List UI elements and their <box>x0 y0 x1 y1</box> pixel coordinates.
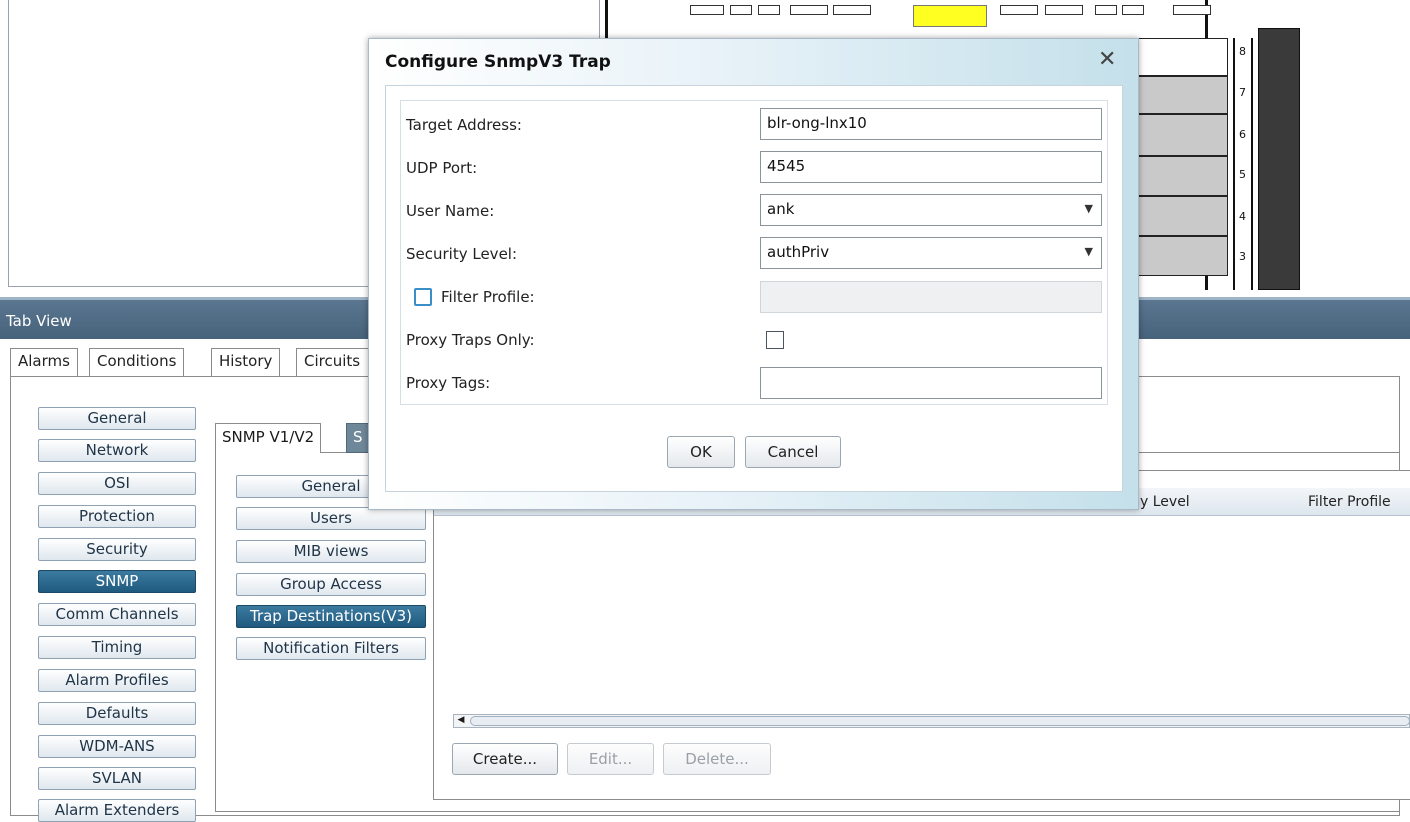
tab-snmp-v1-v2[interactable]: SNMP V1/V2 <box>215 423 322 453</box>
security-level-value: authPriv <box>767 243 830 261</box>
user-name-value: ank <box>767 200 795 218</box>
card-port-block <box>1045 5 1083 15</box>
ok-button[interactable]: OK <box>667 436 735 468</box>
category-protection[interactable]: Protection <box>38 505 196 528</box>
slot-number-6: 6 <box>1239 128 1246 141</box>
tab-alarms[interactable]: Alarms <box>10 348 78 376</box>
proxy-tags-label: Proxy Tags: <box>406 374 491 392</box>
filter-profile-input <box>760 281 1102 313</box>
snmp-notification-filters-button[interactable]: Notification Filters <box>236 637 426 660</box>
snmp-mib-views-button[interactable]: MIB views <box>236 540 426 563</box>
category-security[interactable]: Security <box>38 538 196 561</box>
filter-profile-label: Filter Profile: <box>441 288 535 306</box>
cancel-button[interactable]: Cancel <box>745 436 841 468</box>
slot-4-card[interactable] <box>1138 196 1228 236</box>
card-port-block <box>690 5 724 15</box>
slot-8-card[interactable] <box>1138 38 1228 76</box>
tab-circuits[interactable]: Circuits <box>296 348 376 376</box>
proxy-traps-only-label: Proxy Traps Only: <box>406 331 535 349</box>
snmp-group-access-button[interactable]: Group Access <box>236 573 426 596</box>
snmp-trap-destinations-v3-button[interactable]: Trap Destinations(V3) <box>236 605 426 628</box>
scrollbar-thumb[interactable] <box>470 716 1410 726</box>
slot-number-7: 7 <box>1239 86 1246 99</box>
delete-button[interactable]: Delete... <box>663 743 771 775</box>
edit-button[interactable]: Edit... <box>567 743 654 775</box>
user-name-label: User Name: <box>406 202 495 220</box>
slot-number-3: 3 <box>1239 250 1246 263</box>
udp-port-label: UDP Port: <box>406 159 478 177</box>
category-defaults[interactable]: Defaults <box>38 702 196 725</box>
category-comm-channels[interactable]: Comm Channels <box>38 603 196 626</box>
category-osi[interactable]: OSI <box>38 472 196 495</box>
scroll-left-icon[interactable]: ◀ <box>453 714 469 728</box>
column-filter-profile[interactable]: Filter Profile <box>1308 494 1391 510</box>
category-wdm-ans[interactable]: WDM-ANS <box>38 735 196 758</box>
dropdown-arrow-icon: ▼ <box>1084 202 1093 215</box>
tab-view-title: Tab View <box>6 312 72 330</box>
card-port-block <box>833 5 871 15</box>
category-timing[interactable]: Timing <box>38 636 196 659</box>
card-port-block <box>790 5 828 15</box>
column-security-level[interactable]: y Level <box>1140 494 1190 510</box>
slot-number-8: 8 <box>1239 45 1246 58</box>
category-alarm-extenders[interactable]: Alarm Extenders <box>38 799 196 822</box>
category-general[interactable]: General <box>38 407 196 430</box>
close-icon[interactable]: ✕ <box>1098 47 1116 72</box>
udp-port-input[interactable]: 4545 <box>760 151 1102 183</box>
shelf-side-panel <box>1258 28 1300 290</box>
card-port-block <box>1095 5 1117 15</box>
snmp-users-button[interactable]: Users <box>236 507 426 530</box>
tab-snmp-v3[interactable]: S <box>346 423 370 453</box>
slot-6-card[interactable] <box>1138 114 1228 156</box>
proxy-tags-input[interactable] <box>760 367 1102 399</box>
card-port-block <box>1122 5 1144 15</box>
category-network[interactable]: Network <box>38 439 196 462</box>
slot-3-card[interactable] <box>1138 236 1228 276</box>
dropdown-arrow-icon: ▼ <box>1084 245 1093 258</box>
tab-history[interactable]: History <box>211 348 281 376</box>
create-button[interactable]: Create... <box>452 743 558 775</box>
tab-conditions[interactable]: Conditions <box>89 348 185 376</box>
slot-7-card[interactable] <box>1138 76 1228 114</box>
target-address-input[interactable]: blr-ong-lnx10 <box>760 108 1102 140</box>
security-level-select[interactable]: authPriv ▼ <box>760 237 1102 269</box>
category-snmp[interactable]: SNMP <box>38 570 196 593</box>
target-address-label: Target Address: <box>406 116 522 134</box>
dialog-title: Configure SnmpV3 Trap <box>385 52 611 72</box>
card-port-block <box>758 5 780 15</box>
user-name-select[interactable]: ank ▼ <box>760 194 1102 226</box>
filter-profile-checkbox[interactable] <box>414 288 432 306</box>
card-port-block <box>1000 5 1038 15</box>
category-svlan[interactable]: SVLAN <box>38 767 196 790</box>
proxy-traps-only-checkbox[interactable] <box>766 331 784 349</box>
security-level-label: Security Level: <box>406 245 518 263</box>
highlighted-card[interactable] <box>913 5 987 27</box>
card-port-block <box>1173 5 1211 15</box>
slot-number-4: 4 <box>1239 210 1246 223</box>
category-alarm-profiles[interactable]: Alarm Profiles <box>38 669 196 692</box>
card-port-block <box>730 5 752 15</box>
slot-5-card[interactable] <box>1138 156 1228 196</box>
slot-number-5: 5 <box>1239 168 1246 181</box>
